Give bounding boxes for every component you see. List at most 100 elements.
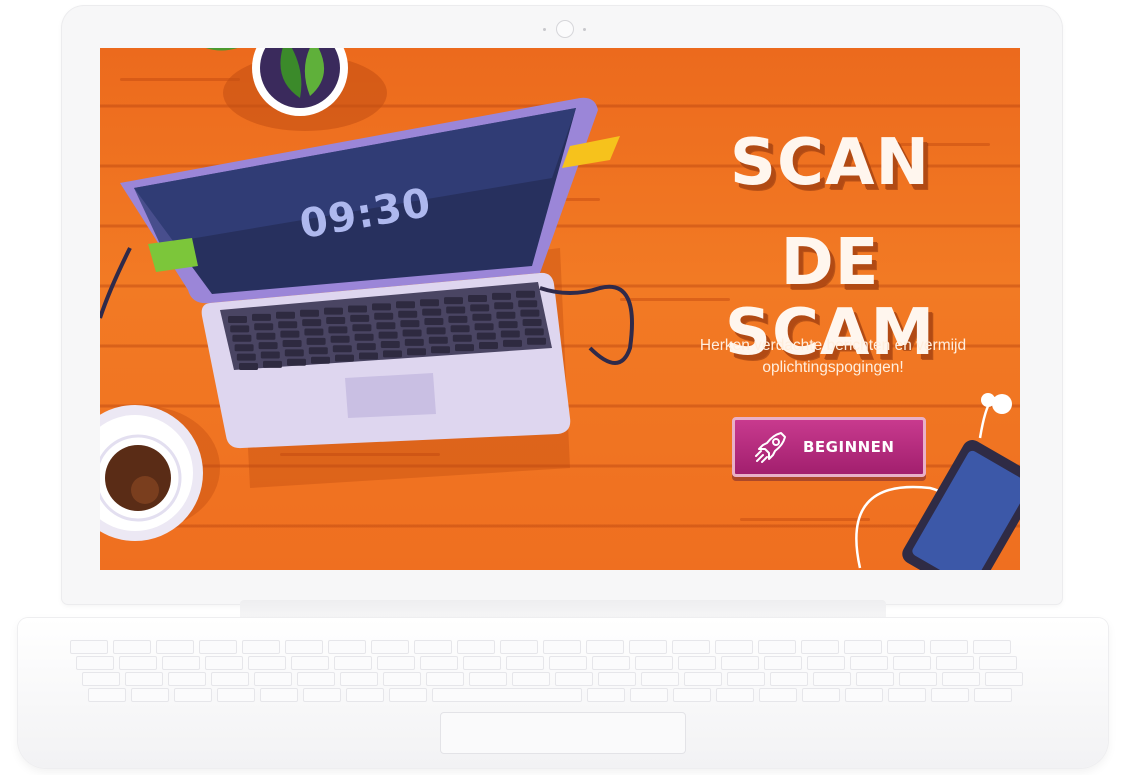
laptop-key — [230, 325, 250, 333]
laptop-key — [300, 309, 319, 317]
device-key — [974, 688, 1012, 702]
laptop-key — [380, 341, 400, 348]
laptop-key — [282, 340, 302, 347]
laptop-key — [252, 313, 271, 321]
device-key — [770, 672, 808, 686]
laptop-key — [518, 300, 538, 308]
device-key — [979, 656, 1017, 670]
device-key — [807, 656, 845, 670]
laptop-key — [492, 292, 511, 300]
laptop-key — [335, 354, 354, 362]
device-key — [457, 640, 495, 654]
laptop-key — [450, 325, 470, 333]
laptop-key — [356, 343, 376, 351]
laptop-key — [239, 363, 258, 370]
device-key — [899, 672, 937, 686]
device-key — [973, 640, 1011, 654]
device-key — [512, 672, 550, 686]
device-key — [716, 688, 754, 702]
laptop-key — [503, 339, 522, 347]
device-key — [888, 688, 926, 702]
laptop-key — [474, 323, 494, 331]
device-key — [469, 672, 507, 686]
webcam-icon — [556, 20, 574, 38]
laptop-key — [376, 322, 396, 330]
laptop-key — [468, 295, 487, 302]
laptop-key — [424, 318, 444, 325]
laptop-key — [500, 330, 520, 338]
laptop-key — [446, 306, 466, 314]
laptop-key — [359, 352, 378, 360]
laptop-key — [448, 315, 468, 323]
device-key — [936, 656, 974, 670]
device-key — [727, 672, 765, 686]
device-key — [813, 672, 851, 686]
device-key — [931, 688, 969, 702]
laptop-key — [306, 337, 326, 345]
laptop-key — [308, 347, 328, 355]
device-key — [985, 672, 1023, 686]
laptop-key — [522, 319, 542, 326]
laptop-key — [236, 353, 256, 361]
device-key — [303, 688, 341, 702]
device-key — [420, 656, 458, 670]
laptop-key — [234, 344, 254, 352]
device-key — [291, 656, 329, 670]
device-key — [297, 672, 335, 686]
device-key — [70, 640, 108, 654]
device-key — [174, 688, 212, 702]
rocket-icon — [755, 432, 786, 463]
device-key — [587, 688, 625, 702]
laptop-key — [520, 309, 540, 317]
device-key — [630, 688, 668, 702]
laptop-key — [398, 310, 418, 318]
device-key — [672, 640, 710, 654]
laptop-key — [284, 349, 304, 357]
device-key — [211, 672, 249, 686]
laptop-key — [402, 329, 422, 337]
device-key — [802, 688, 840, 702]
laptop-key — [254, 323, 274, 331]
plant-illustration — [206, 48, 387, 131]
device-key — [242, 640, 280, 654]
laptop-key — [372, 303, 391, 311]
device-key — [506, 656, 544, 670]
device-key — [254, 672, 292, 686]
app-screen: 09:30 SCAN DE SCAM Herken verdachte beri… — [100, 48, 1020, 570]
device-key — [549, 656, 587, 670]
laptop-key — [494, 302, 514, 310]
laptop-key — [352, 324, 372, 332]
device-key — [119, 656, 157, 670]
laptop-key — [332, 345, 352, 353]
laptop-key — [328, 326, 348, 334]
device-key — [156, 640, 194, 654]
device-key — [414, 640, 452, 654]
device-key — [328, 640, 366, 654]
start-button[interactable]: BEGINNEN — [732, 417, 926, 477]
laptop-key — [422, 308, 442, 316]
laptop-key — [302, 319, 322, 327]
laptop-key — [431, 346, 450, 354]
device-key — [845, 688, 883, 702]
device-key — [629, 640, 667, 654]
laptop-key — [444, 297, 463, 305]
laptop-key — [455, 344, 474, 352]
device-key — [162, 656, 200, 670]
laptop-key — [378, 331, 398, 339]
laptop-key — [407, 348, 426, 356]
device-key — [764, 656, 802, 670]
device-key — [586, 640, 624, 654]
laptop-key — [383, 350, 402, 358]
device-key — [555, 672, 593, 686]
laptop-key — [476, 332, 496, 340]
device-key — [678, 656, 716, 670]
laptop-key — [426, 327, 446, 335]
device-key — [432, 688, 582, 702]
laptop-key — [420, 299, 439, 307]
device-key — [199, 640, 237, 654]
device-key — [721, 656, 759, 670]
laptop-key — [278, 321, 298, 329]
device-key — [673, 688, 711, 702]
laptop-key — [324, 307, 343, 315]
device-key — [346, 688, 384, 702]
